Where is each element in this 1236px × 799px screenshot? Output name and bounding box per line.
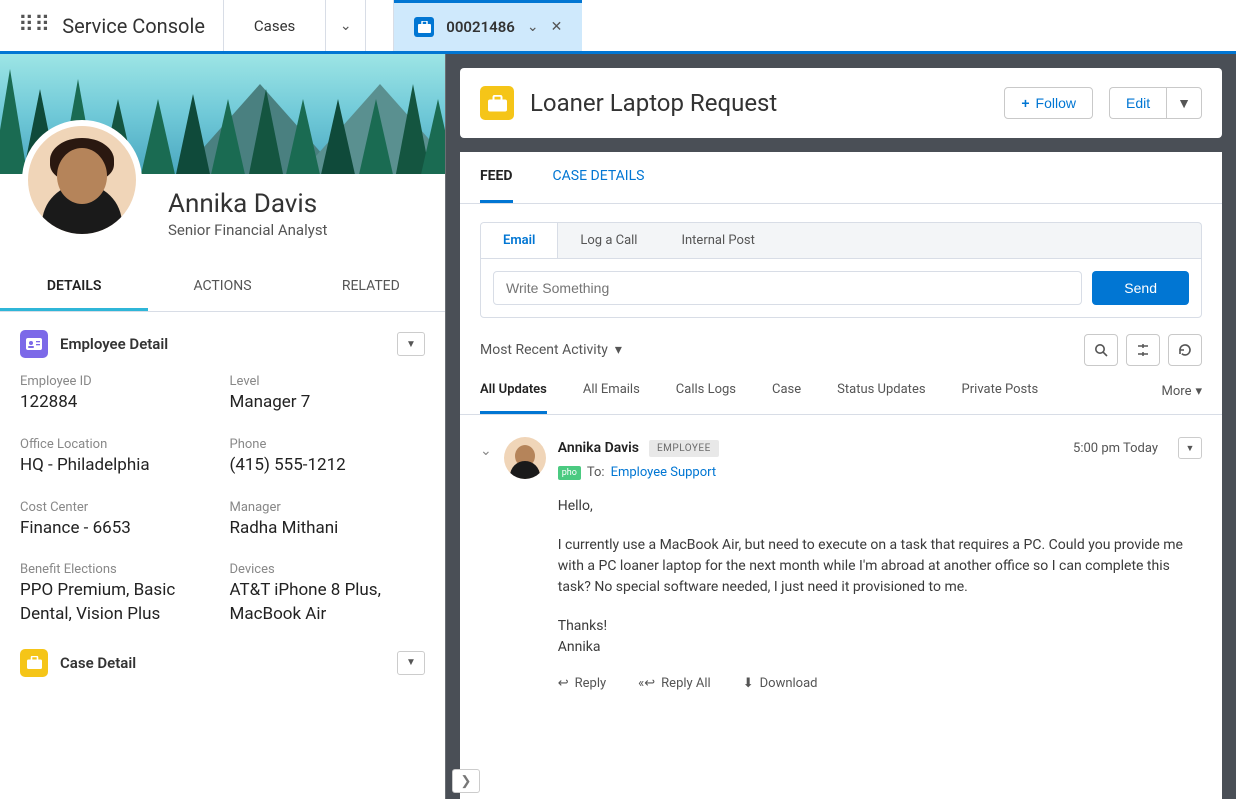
waffle-icon: ⠿⠿ [18,13,50,38]
person-name: Annika Davis [168,189,327,219]
nav-cases[interactable]: Cases [224,0,326,51]
field-level: Level Manager 7 [230,374,426,415]
search-icon [1094,343,1108,357]
reply-all-icon: «↩ [638,676,655,691]
filter-all-emails[interactable]: All Emails [583,382,640,414]
post-author: Annika Davis [558,440,639,456]
tab-case-00021486[interactable]: 00021486 ⌄ ✕ [394,0,582,51]
post-menu[interactable]: ▼ [1178,437,1202,459]
field-benefits: Benefit Elections PPO Premium, Basic Den… [20,562,216,627]
tab-details[interactable]: DETAILS [0,264,148,311]
composer-tab-internal[interactable]: Internal Post [659,223,776,258]
composer-tab-log-call[interactable]: Log a Call [558,223,659,258]
edit-button[interactable]: Edit [1109,87,1166,119]
app-launcher[interactable]: ⠿⠿ Service Console [0,0,224,51]
employee-badge: EMPLOYEE [649,440,719,457]
feed-refresh-button[interactable] [1168,334,1202,366]
post-timestamp: 5:00 pm Today [1073,441,1158,456]
reply-button[interactable]: ↩ Reply [558,676,606,691]
reply-icon: ↩ [558,676,569,691]
chevron-down-icon: ⌄ [340,18,352,34]
tab-feed[interactable]: FEED [480,152,513,203]
composer-tab-email[interactable]: Email [481,223,558,258]
sliders-icon [1136,343,1150,357]
avatar [22,120,142,240]
nav-cases-label: Cases [254,17,295,35]
filter-case[interactable]: Case [772,382,801,414]
person-title: Senior Financial Analyst [168,221,327,239]
to-recipient-link[interactable]: Employee Support [611,465,717,480]
nav-cases-dropdown[interactable]: ⌄ [326,0,366,51]
tab-actions[interactable]: ACTIONS [148,264,296,311]
activity-filter[interactable]: Most Recent Activity ▾ [480,342,622,358]
follow-button[interactable]: + Follow [1004,87,1093,119]
app-title: Service Console [62,14,205,38]
case-detail-menu[interactable]: ▼ [397,651,425,675]
plus-icon: + [1021,95,1029,111]
feed-settings-button[interactable] [1126,334,1160,366]
briefcase-icon [20,649,48,677]
feed-search-button[interactable] [1084,334,1118,366]
field-phone: Phone (415) 555-1212 [230,437,426,478]
tab-close[interactable]: ✕ [551,19,563,35]
pho-badge: pho [558,466,581,480]
composer-input[interactable] [493,271,1082,305]
refresh-icon [1178,343,1192,357]
tab-case-details[interactable]: CASE DETAILS [553,152,645,203]
tab-dropdown[interactable]: ⌄ [527,19,539,35]
utility-bar-toggle[interactable]: ❯ [452,769,480,793]
chevron-down-icon: ▾ [1195,384,1202,399]
field-employee-id: Employee ID 122884 [20,374,216,415]
id-card-icon [20,330,48,358]
post-body: Hello, I currently use a MacBook Air, bu… [558,496,1202,658]
case-detail-title: Case Detail [60,654,385,672]
filter-status-updates[interactable]: Status Updates [837,382,925,414]
field-manager: Manager Radha Mithani [230,500,426,541]
field-devices: Devices AT&T iPhone 8 Plus, MacBook Air [230,562,426,627]
briefcase-icon [480,86,514,120]
filter-all-updates[interactable]: All Updates [480,382,547,414]
field-office: Office Location HQ - Philadelphia [20,437,216,478]
filter-private-posts[interactable]: Private Posts [962,382,1039,414]
download-icon: ⬇ [743,676,754,691]
field-cost-center: Cost Center Finance - 6653 [20,500,216,541]
employee-detail-menu[interactable]: ▼ [397,332,425,356]
employee-detail-title: Employee Detail [60,335,385,353]
download-button[interactable]: ⬇ Download [743,676,818,691]
edit-dropdown[interactable]: ▼ [1166,87,1202,119]
tab-case-number: 00021486 [446,18,515,36]
send-button[interactable]: Send [1092,271,1189,305]
case-title: Loaner Laptop Request [530,89,988,117]
avatar [504,437,546,479]
tab-related[interactable]: RELATED [297,264,445,311]
to-label: To: [587,465,605,480]
briefcase-icon [414,17,434,37]
tab-spacer [366,0,394,51]
post-collapse-toggle[interactable]: ⌄ [480,443,492,691]
reply-all-button[interactable]: «↩ Reply All [638,676,711,691]
filter-more[interactable]: More▾ [1162,382,1202,414]
filter-calls-logs[interactable]: Calls Logs [676,382,736,414]
